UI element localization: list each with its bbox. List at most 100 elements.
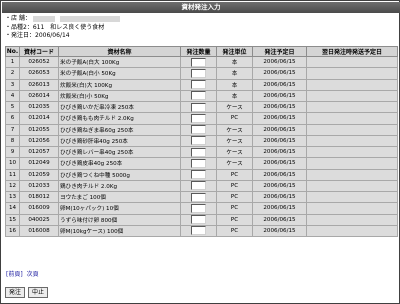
row-number-cell: 9 — [5, 145, 20, 159]
order-unit-cell: 本 — [216, 78, 253, 91]
column-header: 資材名称 — [58, 46, 181, 57]
table-row: 14 016009 卵M(10ヶパック) 10個 PC 2006/06/15 — [5, 202, 398, 215]
next-day-ship-date-cell — [306, 112, 398, 125]
quantity-input[interactable] — [191, 102, 206, 112]
material-code-cell: 012014 — [19, 112, 59, 125]
scheduled-date-cell: 2006/06/15 — [252, 190, 307, 204]
order-unit-cell: 本 — [216, 89, 253, 103]
next-day-ship-date-cell — [306, 145, 398, 159]
table-row: 10 012049 ひびき鶏皮串40g 250本 ケース 2006/06/15 — [5, 157, 398, 170]
scheduled-date-cell: 2006/06/15 — [252, 202, 307, 215]
category-row: ・品種2：611 和レス良く使う食材 — [5, 24, 120, 33]
scheduled-date-cell: 2006/06/15 — [252, 157, 307, 170]
scheduled-date-cell: 2006/06/15 — [252, 224, 307, 238]
quantity-input[interactable] — [191, 215, 206, 225]
order-unit-cell: ケース — [216, 100, 253, 114]
material-code-cell: 012056 — [19, 134, 59, 148]
quantity-input[interactable] — [191, 147, 206, 157]
material-code-cell: 040025 — [19, 213, 59, 226]
material-code-cell: 016008 — [19, 224, 59, 238]
row-number-cell: 11 — [5, 168, 20, 181]
pager: [前頁] 次頁 — [6, 269, 41, 278]
table-row: 3 026013 炊飯米(白)大 100Kg 本 2006/06/15 — [5, 78, 398, 91]
row-number-cell: 2 — [5, 67, 20, 80]
quantity-input[interactable] — [191, 57, 206, 67]
order-unit-cell: ケース — [216, 123, 253, 136]
window-title: 資材発注入力 — [2, 2, 400, 13]
scheduled-date-cell: 2006/06/15 — [252, 168, 307, 181]
column-header: 発注予定日 — [252, 46, 307, 57]
material-name-cell: 卵M(10ヶパック) 10個 — [58, 202, 181, 215]
scheduled-date-cell: 2006/06/15 — [252, 89, 307, 103]
order-quantity-cell — [180, 202, 217, 215]
row-number-cell: 14 — [5, 202, 20, 215]
order-quantity-cell — [180, 168, 217, 181]
quantity-input[interactable] — [191, 158, 206, 168]
table-row: 12 012033 鶏ひき肉チルド 2.0Kg PC 2006/06/15 — [5, 179, 398, 193]
quantity-input[interactable] — [191, 203, 206, 213]
table-row: 9 012057 ひびき鶏レバー串40g 250本 ケース 2006/06/15 — [5, 145, 398, 159]
row-number-cell: 1 — [5, 55, 20, 69]
material-table: No. 資材コード 資材名称 発注数量 発注単位 発注予定日 翌日発注時発送予定日 1 026… — [5, 46, 398, 238]
table-row: 11 012059 ひびき鶏つくね中種 5000g PC 2006/06/15 — [5, 168, 398, 181]
quantity-input[interactable] — [191, 226, 206, 236]
material-code-cell: 012055 — [19, 123, 59, 136]
quantity-input[interactable] — [191, 113, 206, 123]
order-button[interactable]: 発注 — [5, 287, 26, 298]
material-name-cell: ヨウたまご 100個 — [58, 190, 181, 204]
quantity-input[interactable] — [191, 192, 206, 202]
material-code-cell: 012059 — [19, 168, 59, 181]
quantity-input[interactable] — [191, 91, 206, 101]
material-code-cell: 026052 — [19, 55, 59, 69]
row-number-cell: 10 — [5, 157, 20, 170]
material-code-cell: 012057 — [19, 145, 59, 159]
store-name-redacted — [59, 15, 120, 22]
scheduled-date-cell: 2006/06/15 — [252, 134, 307, 148]
quantity-input[interactable] — [191, 181, 206, 191]
material-name-cell: ひびき鶏砂肝串40g 250本 — [58, 134, 181, 148]
order-unit-cell: ケース — [216, 157, 253, 170]
order-unit-cell: PC — [216, 179, 253, 193]
order-quantity-cell — [180, 134, 217, 148]
material-code-cell: 012049 — [19, 157, 59, 170]
material-name-cell: ひびき鶏皮串40g 250本 — [58, 157, 181, 170]
scheduled-date-cell: 2006/06/15 — [252, 213, 307, 226]
order-unit-cell: ケース — [216, 134, 253, 148]
next-day-ship-date-cell — [306, 89, 398, 103]
row-number-cell: 13 — [5, 190, 20, 204]
store-row: ・店 舗： — [5, 15, 120, 24]
table-row: 2 026053 米の子飯A(白小 50Kg 本 2006/06/15 — [5, 67, 398, 80]
order-quantity-cell — [180, 55, 217, 69]
quantity-input[interactable] — [191, 136, 206, 146]
order-quantity-cell — [180, 213, 217, 226]
material-name-cell: 炊飯米(白)大 100Kg — [58, 78, 181, 91]
next-day-ship-date-cell — [306, 123, 398, 136]
order-unit-cell: PC — [216, 190, 253, 204]
order-unit-cell: ケース — [216, 145, 253, 159]
order-quantity-cell — [180, 145, 217, 159]
store-label: ・店 舗： — [5, 15, 31, 22]
order-date-row: ・発注日：2006/06/14 — [5, 32, 120, 41]
table-row: 15 040025 うずら味付け卵 800個 PC 2006/06/15 — [5, 213, 398, 226]
quantity-input[interactable] — [191, 80, 206, 90]
material-name-cell: 炊飯米(白)小 50Kg — [58, 89, 181, 103]
material-name-cell: 米の子飯A(白小 50Kg — [58, 67, 181, 80]
order-unit-cell: PC — [216, 224, 253, 238]
next-day-ship-date-cell — [306, 202, 398, 215]
category-label: ・品種2： — [5, 23, 33, 31]
row-number-cell: 12 — [5, 179, 20, 193]
quantity-input[interactable] — [191, 125, 206, 135]
next-day-ship-date-cell — [306, 157, 398, 170]
next-day-ship-date-cell — [306, 100, 398, 114]
scheduled-date-cell: 2006/06/15 — [252, 67, 307, 80]
material-code-cell: 012033 — [19, 179, 59, 193]
quantity-input[interactable] — [191, 170, 206, 180]
order-quantity-cell — [180, 67, 217, 80]
column-header: 発注単位 — [216, 46, 253, 57]
cancel-button[interactable]: 中止 — [27, 287, 48, 298]
order-quantity-cell — [180, 157, 217, 170]
material-code-cell: 016009 — [19, 202, 59, 215]
next-page-link[interactable]: 次頁 — [27, 269, 39, 278]
quantity-input[interactable] — [191, 68, 206, 78]
prev-page-link[interactable]: [前頁] — [6, 269, 23, 278]
